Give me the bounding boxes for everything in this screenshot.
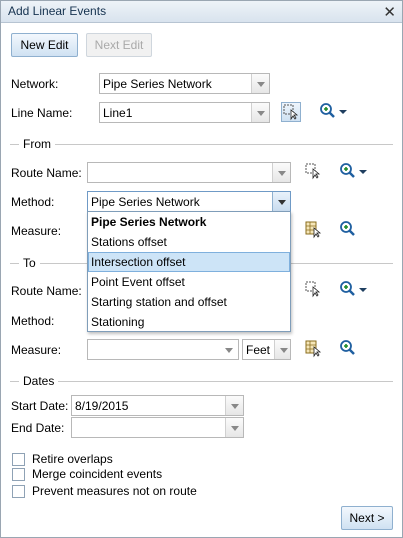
from-route-name-select[interactable] <box>87 162 291 183</box>
chevron-down-icon[interactable] <box>272 163 290 182</box>
next-button[interactable]: Next > <box>341 506 393 530</box>
from-divider <box>10 144 393 145</box>
prevent-measures-label: Prevent measures not on route <box>32 484 197 498</box>
from-route-name-label: Route Name: <box>11 166 82 180</box>
end-date-input[interactable] <box>71 417 244 438</box>
to-route-name-label: Route Name: <box>11 284 82 298</box>
to-table-select-icon[interactable] <box>304 339 324 359</box>
chevron-down-icon[interactable] <box>225 418 243 437</box>
line-name-select[interactable]: Line1 <box>99 102 270 123</box>
end-date-label: End Date: <box>11 421 65 435</box>
next-edit-button[interactable]: Next Edit <box>86 33 152 57</box>
from-section-title: From <box>19 137 55 151</box>
chevron-down-icon[interactable] <box>274 340 290 359</box>
units-value: Feet <box>246 343 271 357</box>
chevron-down-icon[interactable] <box>225 396 243 415</box>
from-method-label: Method: <box>11 195 55 209</box>
chevron-down-icon[interactable] <box>251 103 269 122</box>
method-option[interactable]: Stationing <box>88 312 290 332</box>
prevent-measures-checkbox[interactable] <box>12 485 25 498</box>
select-line-on-map-icon[interactable] <box>281 102 301 122</box>
dates-divider <box>10 381 393 382</box>
zoom-to-route-icon[interactable] <box>339 162 367 182</box>
to-measure-label: Measure: <box>11 343 62 357</box>
method-option[interactable]: Point Event offset <box>88 272 290 292</box>
title-bar: Add Linear Events ✕ <box>1 1 402 23</box>
zoom-to-measure-icon[interactable] <box>339 220 359 240</box>
method-option[interactable]: Pipe Series Network <box>88 212 290 232</box>
retire-overlaps-checkbox[interactable] <box>12 453 25 466</box>
start-date-label: Start Date: <box>11 399 69 413</box>
table-select-icon[interactable] <box>304 220 324 240</box>
start-date-value: 8/19/2015 <box>75 399 129 413</box>
zoom-to-to-route-icon[interactable] <box>339 280 367 300</box>
to-section-title: To <box>19 256 40 270</box>
line-name-label: Line Name: <box>11 106 73 120</box>
zoom-to-to-measure-icon[interactable] <box>339 339 359 359</box>
network-label: Network: <box>11 77 59 91</box>
network-value: Pipe Series Network <box>103 77 212 91</box>
start-date-input[interactable]: 8/19/2015 <box>71 395 244 416</box>
zoom-to-icon[interactable] <box>319 102 347 122</box>
method-option-highlighted[interactable]: Intersection offset <box>88 252 290 272</box>
line-name-value: Line1 <box>103 106 133 120</box>
chevron-down-icon[interactable] <box>272 192 290 211</box>
method-option[interactable]: Stations offset <box>88 232 290 252</box>
retire-overlaps-label: Retire overlaps <box>32 452 113 466</box>
new-edit-button[interactable]: New Edit <box>11 33 78 57</box>
network-select[interactable]: Pipe Series Network <box>99 73 270 94</box>
to-measure-input[interactable] <box>87 339 239 360</box>
method-option[interactable]: Starting station and offset <box>88 292 290 312</box>
merge-coincident-label: Merge coincident events <box>32 467 163 481</box>
chevron-down-icon[interactable] <box>251 74 269 93</box>
select-to-route-on-map-icon[interactable] <box>304 280 324 300</box>
merge-coincident-checkbox[interactable] <box>12 468 25 481</box>
dates-section-title: Dates <box>19 374 59 388</box>
close-icon[interactable]: ✕ <box>383 3 396 21</box>
add-linear-events-panel: Add Linear Events ✕ New Edit Next Edit N… <box>0 0 403 538</box>
units-select[interactable]: Feet <box>242 339 291 360</box>
from-method-value: Pipe Series Network <box>91 195 200 209</box>
from-method-select[interactable]: Pipe Series Network <box>87 191 291 212</box>
select-route-on-map-icon[interactable] <box>304 162 324 182</box>
chevron-down-icon[interactable] <box>220 340 238 359</box>
method-dropdown-list: Pipe Series Network Stations offset Inte… <box>87 211 291 332</box>
from-measure-label: Measure: <box>11 224 62 238</box>
window-title: Add Linear Events <box>8 4 107 18</box>
to-method-label: Method: <box>11 314 55 328</box>
